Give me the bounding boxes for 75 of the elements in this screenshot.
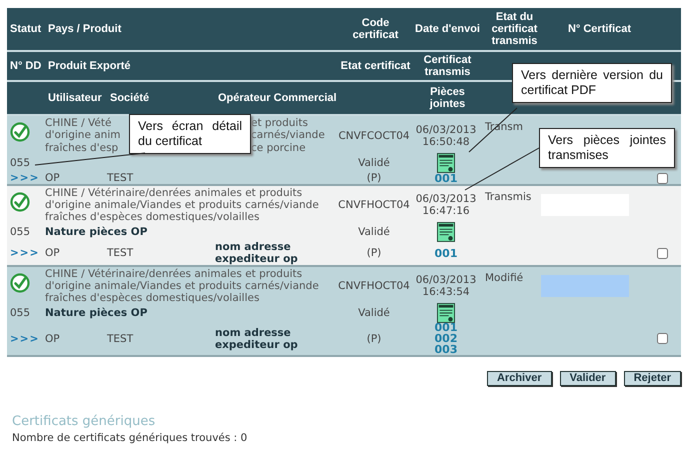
column-header: Date d'envoi [414,23,481,35]
user-text: OP [45,247,61,259]
certificate-document-icon[interactable] [437,222,455,242]
attachment-link[interactable]: 001 [434,248,458,258]
attachment-link[interactable]: 002 [434,333,458,344]
section-title: Certificats génériques [12,414,156,429]
user-text: OP [45,172,61,184]
column-header: Etat certificat [340,60,411,72]
mention-text: (P) [366,172,382,184]
operator-text: nom adresse expediteur op [215,241,299,265]
callout: Vers pièces jointes transmises [539,128,675,168]
dd-number: 055 [9,226,32,238]
callout: Vers dernière version du certificat PDF [512,63,672,103]
certificate-code: CNVFCOCT04 [337,130,411,142]
company-text: TEST [107,332,134,344]
product-text: d'origine anim [45,129,122,142]
column-header: Certificat transmis [422,54,472,78]
send-date: 06/03/2013 16:43:54 [414,274,478,298]
certificate-code: CNVFHOCT04 [337,280,411,292]
send-date: 06/03/2013 16:50:48 [414,124,478,148]
attachment-link[interactable]: 001 [434,322,458,333]
nature-text: Nature pièces OP [45,307,148,319]
certificate-state: Validé [357,307,391,319]
company-text: TEST [107,172,134,184]
action-button[interactable]: Rejeter [624,371,681,386]
dd-number: 055 [9,307,32,319]
user-text: OP [45,332,61,344]
result-count: Nombre de certificats génériques trouvés : 0 [12,432,248,444]
product-text: fraîches d'esp [45,142,120,154]
certificate-document-icon[interactable] [437,303,455,323]
product-text: carnés/viande [251,129,326,142]
row-checkbox[interactable] [657,248,668,258]
column-header: Société [109,92,150,104]
column-header: N° DD [9,60,42,72]
column-header: Pièces jointes [428,86,466,110]
certificate-code: CNVFHOCT04 [337,199,411,211]
check-circle-icon [10,192,30,212]
product-text: CHINE / Vété [45,117,112,130]
mention-text: (P) [366,247,382,259]
certificate-status: Transmis [484,191,532,203]
product-text: CHINE / Vétérinaire/denrées animales et produits d'origine animale/Viandes et produits carnés/viande fraîches d'espèces domestiques/volailles [45,187,320,223]
operator-text: nom adresse expediteur op [215,326,299,350]
detail-link[interactable]: >>> [7,332,45,344]
mention-text: (P) [366,332,382,344]
detail-link[interactable]: >>> [7,172,45,184]
attachment-link[interactable]: 003 [434,344,458,355]
product-text: ce porcine [251,142,307,154]
column-header: Opérateur Commercial [217,92,337,104]
certificate-state: Validé [357,226,391,238]
check-circle-icon [10,273,30,293]
send-date: 06/03/2013 16:47:16 [414,193,478,217]
action-button[interactable]: Archiver [486,371,552,386]
attachment-link[interactable]: 001 [434,172,458,184]
column-header: Produit Exporté [47,60,132,72]
callout: Vers écran détail du certificat [129,114,251,154]
column-header: Utilisateur [47,92,103,104]
row-checkbox[interactable] [657,333,668,344]
row-checkbox[interactable] [657,172,668,184]
column-header: Pays / Produit [47,23,122,35]
product-text: et produits [251,117,309,130]
company-text: TEST [107,247,134,259]
column-header: N° Certificat [566,23,632,35]
nature-text: Nature pièces OP [45,226,148,238]
certificate-state: Validé [357,157,391,169]
certificate-number-field[interactable] [541,275,629,297]
certificate-document-icon[interactable] [437,153,455,173]
dd-number: 055 [9,157,32,169]
action-button[interactable]: Valider [560,371,616,386]
column-header: Etat du certificat transmis [490,11,538,47]
check-circle-icon [10,122,30,142]
certificate-status: Modifié [484,272,524,284]
column-header: Code certificat [352,17,400,41]
detail-link[interactable]: >>> [7,247,45,259]
column-header: Statut [9,23,42,35]
product-text: CHINE / Vétérinaire/denrées animales et produits d'origine animale/Viandes et produits carnés/viande fraîches d'espèces domestiques/volailles [45,268,320,304]
